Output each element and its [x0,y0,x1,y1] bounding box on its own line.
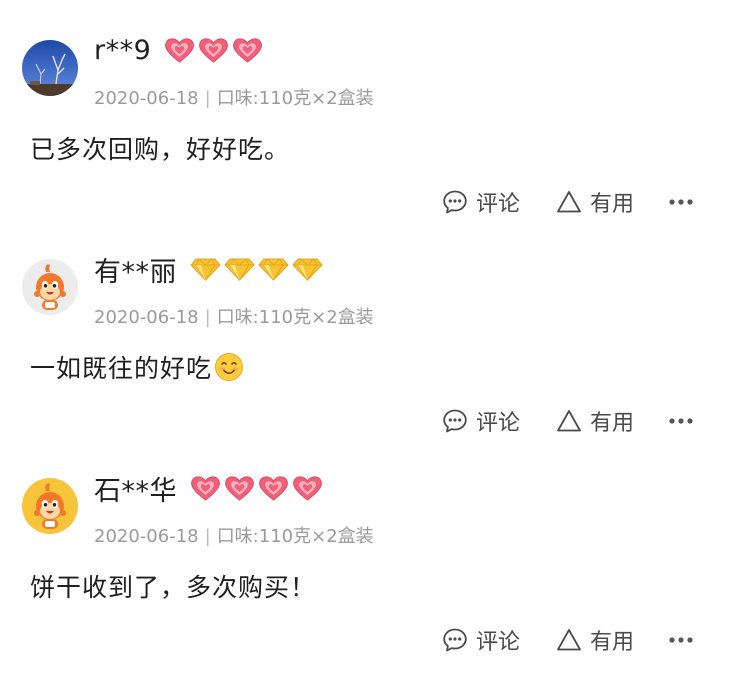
comment-button[interactable]: 评论 [442,186,520,218]
triangle-icon [556,189,582,215]
gold-diamond-icon [291,255,324,283]
gold-diamond-icon [189,255,222,283]
triangle-icon [556,408,582,434]
comment-button[interactable]: 评论 [442,405,520,437]
red-heart-icon [189,474,222,502]
member-level [189,255,325,283]
review-item: 石**华 2020-06-18 | 口味:110克×2盒装 饼干收到了，多次购买！ … [0,438,730,657]
review-item: r**9 2020-06-18 | 口味:110克×2盒装 已多次回购，好好吃。 评… [0,0,730,219]
review-text: 已多次回购，好好吃。 [30,135,291,164]
comment-button[interactable]: 评论 [442,624,520,656]
avatar-photo [22,40,78,96]
review-actions: 评论 有用 [442,405,694,437]
smiling-face-emoji [215,353,244,381]
review-meta: 2020-06-18 | 口味:110克×2盒装 [94,84,374,110]
more-icon[interactable] [668,417,694,425]
review-actions: 评论 有用 [442,186,694,218]
comment-label: 评论 [475,192,520,217]
useful-label: 有用 [589,411,634,436]
username-row: 石**华 [94,468,325,508]
comment-label: 评论 [475,411,520,436]
red-heart-icon [231,36,264,64]
product-spec: 口味:110克×2盒装 [216,526,374,547]
product-spec: 口味:110克×2盒装 [216,88,374,109]
review-item: 有**丽 2020-06-18 | 口味:110克×2盒装 一如既往的好吃 评论 有… [0,219,730,438]
avatar[interactable] [22,40,78,96]
avatar[interactable] [22,478,78,534]
meta-separator: | [204,526,211,547]
useful-button[interactable]: 有用 [556,186,634,218]
review-content: 饼干收到了，多次购买！ [30,568,316,604]
review-meta: 2020-06-18 | 口味:110克×2盒装 [94,303,374,329]
red-heart-icon [163,36,196,64]
red-heart-icon [223,474,256,502]
mascot-avatar [22,259,78,315]
comment-icon [442,627,468,653]
red-heart-icon [257,474,290,502]
review-meta: 2020-06-18 | 口味:110克×2盒装 [94,522,374,548]
username[interactable]: 石**华 [94,469,177,508]
review-content: 已多次回购，好好吃。 [30,130,290,166]
useful-label: 有用 [589,192,634,217]
gold-diamond-icon [257,255,290,283]
username[interactable]: 有**丽 [94,250,177,289]
more-icon[interactable] [668,636,694,644]
review-content: 一如既往的好吃 [30,349,244,385]
review-actions: 评论 有用 [442,624,694,656]
red-heart-icon [291,474,324,502]
username-row: 有**丽 [94,249,325,289]
meta-separator: | [204,88,211,109]
comment-icon [442,408,468,434]
username[interactable]: r**9 [94,35,151,66]
comment-label: 评论 [475,630,520,655]
username-row: r**9 [94,30,265,70]
mascot-avatar [22,478,78,534]
member-level [189,474,325,502]
product-spec: 口味:110克×2盒装 [216,307,374,328]
useful-button[interactable]: 有用 [556,405,634,437]
review-date: 2020-06-18 [94,307,199,328]
review-date: 2020-06-18 [94,88,199,109]
useful-button[interactable]: 有用 [556,624,634,656]
comment-icon [442,189,468,215]
useful-label: 有用 [589,630,634,655]
gold-diamond-icon [223,255,256,283]
more-icon[interactable] [668,198,694,206]
meta-separator: | [204,307,211,328]
review-text: 饼干收到了，多次购买！ [30,573,317,602]
review-date: 2020-06-18 [94,526,199,547]
review-text: 一如既往的好吃 [30,354,213,383]
red-heart-icon [197,36,230,64]
member-level [163,36,265,64]
triangle-icon [556,627,582,653]
avatar[interactable] [22,259,78,315]
